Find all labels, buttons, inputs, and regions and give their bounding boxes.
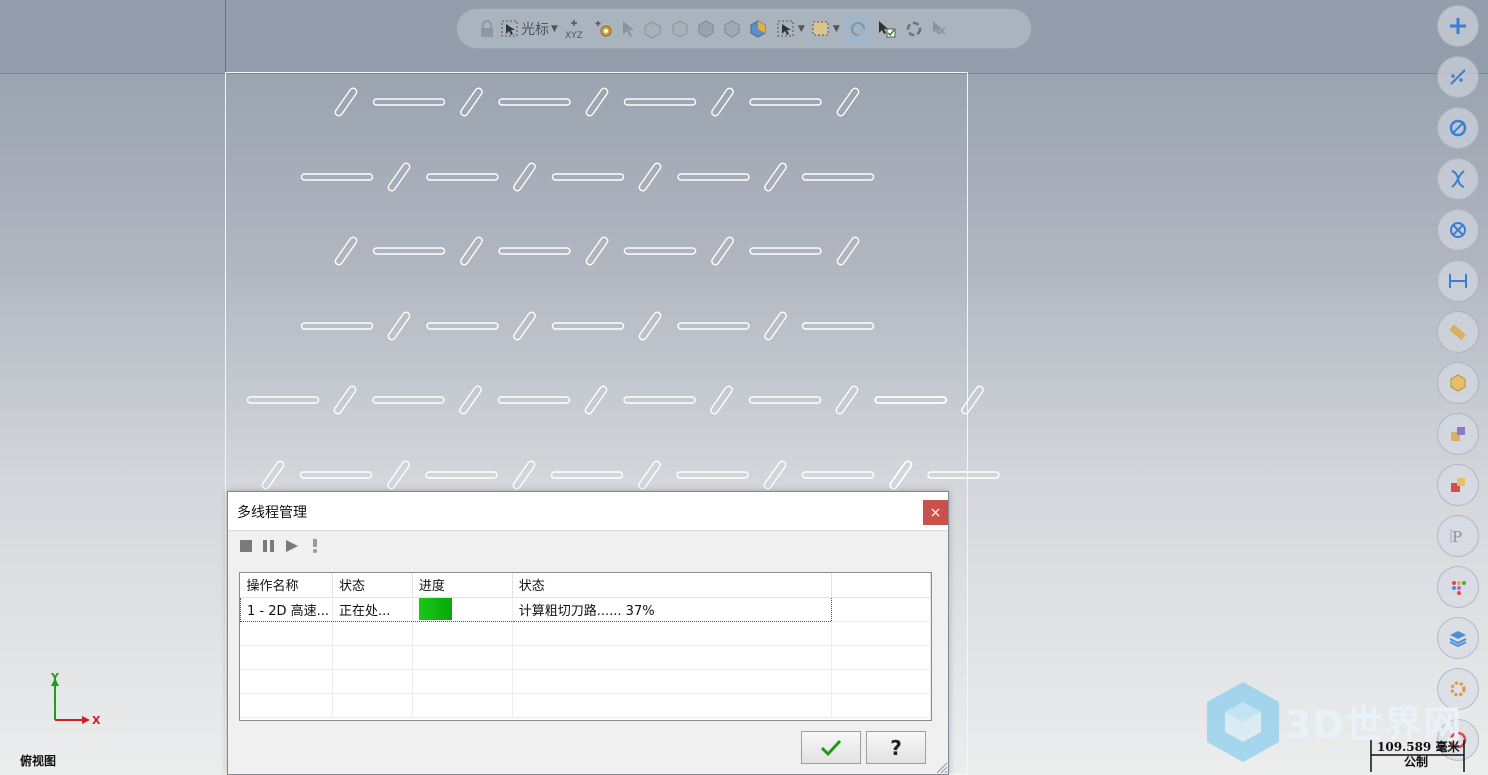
svg-text:XYZ: XYZ bbox=[565, 31, 583, 40]
select-cursor-icon bbox=[501, 20, 518, 36]
xyz-button[interactable]: XYZ bbox=[564, 15, 588, 43]
table-row bbox=[240, 693, 931, 718]
layer-color-icon[interactable] bbox=[1437, 413, 1479, 455]
close-button[interactable]: × bbox=[923, 500, 948, 525]
table-row bbox=[240, 621, 931, 646]
resize-grip-icon[interactable] bbox=[934, 760, 948, 774]
table-row bbox=[240, 669, 931, 694]
refresh-select-icon[interactable] bbox=[904, 15, 924, 43]
progress-bar bbox=[418, 598, 452, 620]
state-cell: 正在处... bbox=[332, 596, 413, 622]
operation-name-cell: 1 - 2D 高速... bbox=[240, 596, 333, 622]
help-button[interactable]: ? bbox=[866, 731, 926, 764]
column-header-status[interactable]: 状态 bbox=[512, 573, 833, 598]
column-header-empty bbox=[831, 573, 931, 598]
axis-x-label: X bbox=[92, 714, 101, 727]
edge-select-icon[interactable] bbox=[722, 15, 742, 43]
table-row bbox=[240, 645, 931, 670]
table-row[interactable]: 1 - 2D 高速... 正在处... 计算粗切刀路...... 37% bbox=[240, 596, 931, 622]
column-header-progress[interactable]: 进度 bbox=[412, 573, 513, 598]
text-icon[interactable]: P bbox=[1437, 515, 1479, 557]
dialog-title-bar[interactable]: 多线程管理 × bbox=[228, 492, 948, 531]
checkmark-icon bbox=[820, 739, 842, 756]
lock-icon[interactable] bbox=[479, 15, 495, 43]
window-select-icon[interactable]: ▼ bbox=[776, 15, 805, 43]
face-select-icon[interactable] bbox=[670, 15, 690, 43]
selection-toolbar: 光标 ▼ XYZ ▼ ▼ bbox=[456, 8, 1032, 49]
scale-unit: 公制 bbox=[1404, 755, 1429, 769]
body-select-icon[interactable] bbox=[696, 15, 716, 43]
area-select-icon[interactable]: ▼ bbox=[811, 15, 840, 43]
priority-icon[interactable] bbox=[307, 538, 323, 554]
layer-red-icon[interactable] bbox=[1437, 464, 1479, 506]
box-icon[interactable] bbox=[1437, 362, 1479, 404]
select-check-icon[interactable] bbox=[876, 15, 898, 43]
chevron-down-icon[interactable]: ▼ bbox=[798, 24, 805, 34]
cursor-label: 光标 bbox=[521, 21, 549, 38]
dialog-toolbar bbox=[238, 538, 330, 554]
column-header-operation[interactable]: 操作名称 bbox=[240, 573, 333, 598]
empty-cell bbox=[831, 597, 931, 622]
curve-icon[interactable] bbox=[1437, 158, 1479, 200]
layers-icon[interactable] bbox=[1437, 617, 1479, 659]
column-header-state[interactable]: 状态 bbox=[332, 573, 413, 598]
thread-table: 操作名称 状态 进度 状态 1 - 2D 高速... 正在处... 计算粗切刀路… bbox=[239, 572, 932, 721]
color-select-icon[interactable] bbox=[748, 15, 770, 43]
dimension-icon[interactable] bbox=[1437, 260, 1479, 302]
status-cell: 计算粗切刀路...... 37% bbox=[512, 596, 833, 622]
axis-triad: Y X bbox=[50, 671, 101, 727]
dialog-title: 多线程管理 bbox=[237, 505, 307, 521]
plus-icon[interactable] bbox=[1437, 5, 1479, 47]
line-icon[interactable] bbox=[1437, 56, 1479, 98]
stop-icon[interactable] bbox=[238, 538, 254, 554]
arrow-select-icon[interactable] bbox=[620, 15, 636, 43]
ok-button[interactable] bbox=[801, 731, 861, 764]
circle-cross-icon[interactable] bbox=[1437, 209, 1479, 251]
chevron-down-icon[interactable]: ▼ bbox=[833, 24, 840, 34]
circle-icon[interactable] bbox=[1437, 107, 1479, 149]
axis-y-label: Y bbox=[50, 671, 60, 684]
progress-cell bbox=[412, 596, 513, 622]
view-label: 俯视图 bbox=[20, 754, 57, 768]
svg-text:P: P bbox=[1452, 528, 1462, 546]
verify-select-icon[interactable] bbox=[845, 14, 870, 43]
palette-icon[interactable] bbox=[1437, 566, 1479, 608]
clear-select-icon[interactable] bbox=[930, 15, 948, 43]
cursor-select-button[interactable]: 光标 ▼ bbox=[501, 15, 558, 43]
solid-select-icon[interactable] bbox=[642, 15, 664, 43]
multithread-manager-dialog: 多线程管理 × 操作名称 状态 进度 状态 1 - 2D 高速... 正在处..… bbox=[227, 491, 949, 775]
gear-point-icon[interactable] bbox=[594, 15, 614, 43]
status-text: 计算粗切刀路...... 37% bbox=[518, 603, 655, 619]
ruler-icon[interactable] bbox=[1437, 311, 1479, 353]
play-icon[interactable] bbox=[284, 538, 300, 554]
chevron-down-icon[interactable]: ▼ bbox=[551, 24, 558, 34]
pause-icon[interactable] bbox=[261, 538, 277, 554]
left-divider bbox=[225, 0, 226, 73]
